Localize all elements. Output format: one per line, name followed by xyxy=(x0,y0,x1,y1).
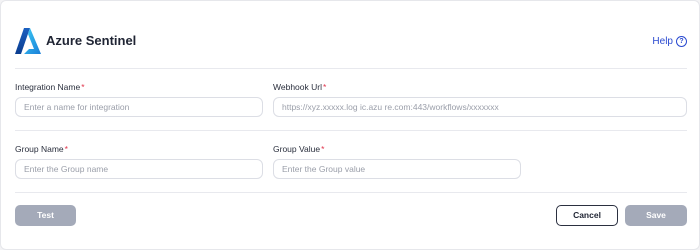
required-mark: * xyxy=(322,82,327,92)
question-circle-icon[interactable]: ? xyxy=(676,36,687,47)
row-divider xyxy=(15,130,687,131)
webhook-url-input[interactable] xyxy=(273,97,687,117)
integration-card: Azure Sentinel Help ? Integration Name* … xyxy=(0,0,700,250)
save-button[interactable]: Save xyxy=(625,205,687,226)
integration-name-label-text: Integration Name xyxy=(15,82,81,92)
header-divider xyxy=(15,68,687,69)
group-value-label: Group Value* xyxy=(273,144,324,154)
group-value-label-text: Group Value xyxy=(273,144,321,154)
help-label[interactable]: Help xyxy=(652,36,673,47)
webhook-url-label-text: Webhook Url xyxy=(273,82,322,92)
footer-divider xyxy=(15,192,687,193)
group-name-label-text: Group Name xyxy=(15,144,64,154)
required-mark: * xyxy=(64,144,68,154)
group-name-input[interactable] xyxy=(15,159,263,179)
group-value-input[interactable] xyxy=(273,159,521,179)
help-link[interactable]: Help ? xyxy=(652,36,687,47)
webhook-url-label: Webhook Url* xyxy=(273,82,326,92)
required-mark: * xyxy=(81,82,85,92)
header: Azure Sentinel Help ? xyxy=(15,27,687,59)
integration-name-input[interactable] xyxy=(15,97,263,117)
test-button[interactable]: Test xyxy=(15,205,76,226)
page-title: Azure Sentinel xyxy=(46,33,137,48)
cancel-button[interactable]: Cancel xyxy=(556,205,618,226)
azure-logo-icon xyxy=(15,28,41,54)
group-name-label: Group Name* xyxy=(15,144,68,154)
required-mark: * xyxy=(321,144,325,154)
integration-name-label: Integration Name* xyxy=(15,82,85,92)
